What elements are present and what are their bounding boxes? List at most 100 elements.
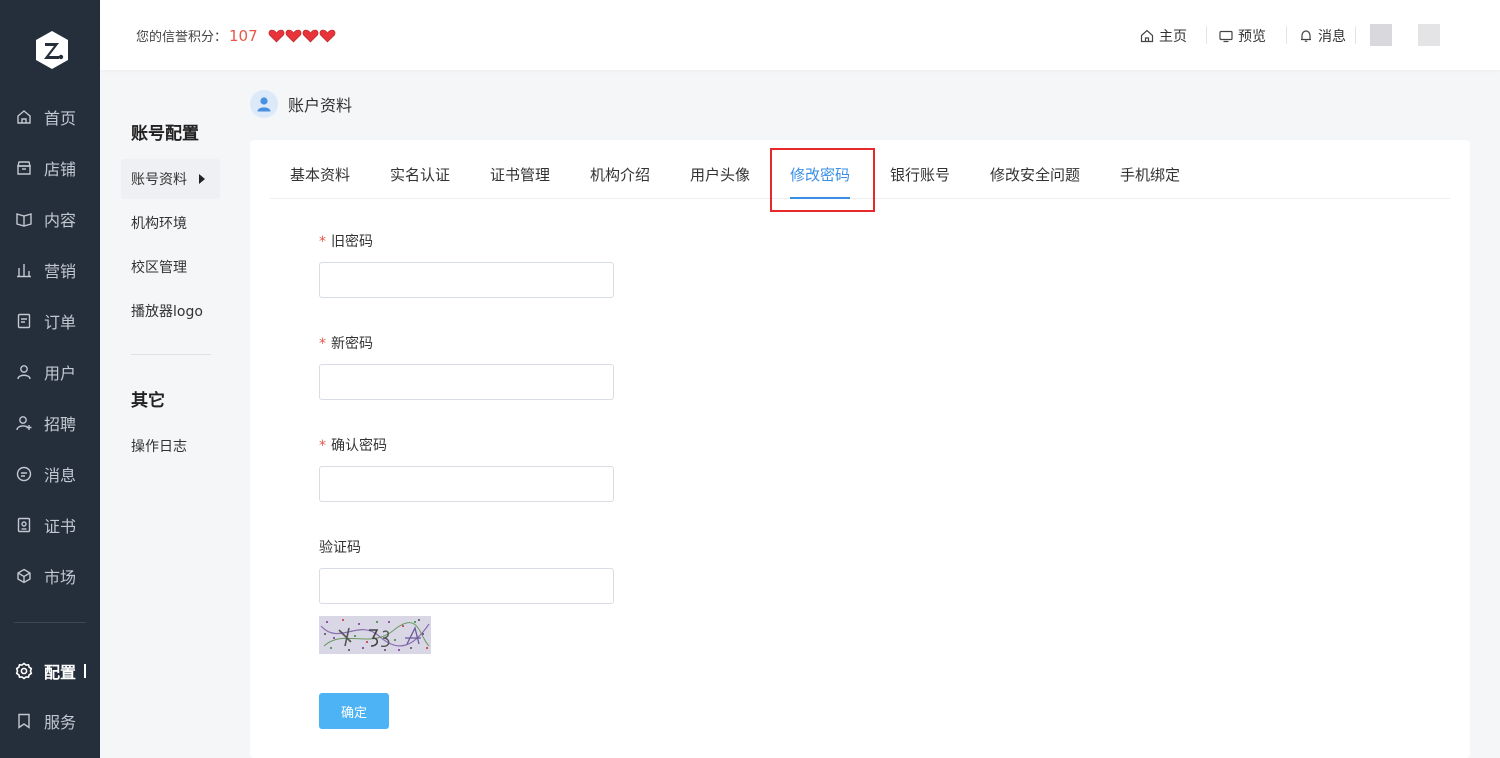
page-title: 账户资料: [288, 96, 353, 115]
nav-label: 消息: [44, 466, 77, 485]
nav-label: 用户: [44, 364, 77, 383]
required-mark: *: [319, 336, 326, 352]
heart-icon: [285, 29, 301, 42]
new-password-input[interactable]: [319, 364, 614, 400]
confirm-password-label: * 确认密码: [319, 435, 387, 455]
tab-bank-account[interactable]: 银行账号: [890, 140, 950, 199]
header-home-link[interactable]: 主页: [1140, 26, 1187, 46]
submit-button[interactable]: 确定: [319, 693, 389, 729]
nav-item-settings[interactable]: 配置: [0, 651, 100, 691]
header-preview-link[interactable]: 预览: [1219, 26, 1266, 46]
submenu-item-account-profile[interactable]: 账号资料: [121, 159, 220, 199]
label-text: 确认密码: [331, 438, 387, 454]
captcha-input[interactable]: [319, 568, 614, 604]
nav-item-home[interactable]: 首页: [0, 97, 100, 137]
old-password-label: * 旧密码: [319, 231, 373, 251]
credit-label: 您的信誉积分：: [136, 30, 228, 45]
tab-org-intro[interactable]: 机构介绍: [590, 140, 650, 199]
submenu-divider: [131, 354, 211, 355]
store-icon: [14, 158, 34, 178]
username-blur[interactable]: [1418, 24, 1440, 46]
header-messages-label: 消息: [1318, 29, 1346, 45]
tab-certificates[interactable]: 证书管理: [490, 140, 550, 199]
book-icon: [14, 209, 34, 229]
nav-label: 订单: [44, 313, 77, 332]
nav-item-marketing[interactable]: 营销: [0, 250, 100, 290]
label-text: 新密码: [331, 336, 373, 352]
nav-item-store[interactable]: 店铺: [0, 148, 100, 188]
nav-label: 招聘: [44, 415, 77, 434]
app-logo[interactable]: [34, 30, 70, 70]
credit-score-value: 107: [229, 26, 258, 45]
submenu-item-label: 账号资料: [131, 172, 187, 188]
page-heading: 账户资料: [250, 90, 352, 118]
settings-submenu: 账号配置 账号资料 机构环境 校区管理 播放器logo 其它 操作日志: [100, 70, 240, 758]
bar-chart-icon: [14, 260, 34, 280]
nav-item-service[interactable]: 服务: [0, 701, 100, 741]
user-avatar-icon: [250, 90, 278, 118]
header-separator: [1355, 26, 1356, 44]
submenu-group-title: 其它: [131, 391, 165, 411]
nav-label: 店铺: [44, 160, 77, 179]
submenu-item-label: 操作日志: [131, 439, 187, 455]
tab-real-name[interactable]: 实名认证: [390, 140, 450, 199]
user-icon: [14, 362, 34, 382]
nav-item-certificates[interactable]: 证书: [0, 505, 100, 545]
required-mark: *: [319, 234, 326, 250]
submenu-item-org-environment[interactable]: 机构环境: [121, 203, 220, 243]
submenu-item-label: 校区管理: [131, 260, 187, 276]
required-mark: *: [319, 438, 326, 454]
tab-phone-binding[interactable]: 手机绑定: [1120, 140, 1180, 199]
nav-item-content[interactable]: 内容: [0, 199, 100, 239]
confirm-password-input[interactable]: [319, 466, 614, 502]
header-separator: [1286, 26, 1287, 44]
submenu-item-campus[interactable]: 校区管理: [121, 247, 220, 287]
credit-hearts: [268, 29, 336, 43]
nav-label: 证书: [44, 517, 77, 536]
nav-item-market[interactable]: 市场: [0, 556, 100, 596]
nav-item-messages[interactable]: 消息: [0, 454, 100, 494]
header-separator: [1206, 26, 1207, 44]
user-add-icon: [14, 413, 34, 433]
heart-icon: [319, 29, 335, 42]
captcha-image[interactable]: [319, 616, 431, 654]
header-messages-link[interactable]: 消息: [1299, 26, 1346, 46]
credit-score: 您的信誉积分： 107: [136, 26, 336, 45]
tab-basic-info[interactable]: 基本资料: [290, 140, 350, 199]
nav-item-users[interactable]: 用户: [0, 352, 100, 392]
nav-label: 营销: [44, 262, 77, 281]
active-indicator: [84, 664, 87, 678]
top-header: 您的信誉积分： 107 主页 预览 消息: [100, 0, 1500, 70]
submenu-item-label: 播放器logo: [131, 304, 203, 320]
submenu-item-player-logo[interactable]: 播放器logo: [121, 291, 220, 331]
new-password-label: * 新密码: [319, 333, 373, 353]
certificate-icon: [14, 515, 34, 535]
nav-label: 配置: [44, 663, 77, 682]
submenu-group-title: 账号配置: [131, 124, 199, 144]
chat-icon: [14, 464, 34, 484]
bookmark-icon: [14, 711, 34, 731]
nav-label: 首页: [44, 109, 77, 128]
header-home-label: 主页: [1159, 29, 1187, 45]
header-preview-label: 预览: [1238, 29, 1266, 45]
document-icon: [14, 311, 34, 331]
old-password-input[interactable]: [319, 262, 614, 298]
bell-icon: [1301, 30, 1311, 42]
monitor-icon: [1219, 30, 1233, 43]
avatar[interactable]: [1370, 24, 1392, 46]
highlight-annotation: [770, 148, 875, 212]
tab-user-avatar[interactable]: 用户头像: [690, 140, 750, 199]
tab-security-question[interactable]: 修改安全问题: [990, 140, 1080, 199]
nav-label: 市场: [44, 568, 77, 587]
sidebar-divider: [14, 622, 86, 623]
nav-label: 服务: [44, 713, 77, 732]
nav-item-orders[interactable]: 订单: [0, 301, 100, 341]
gear-icon: [14, 661, 34, 681]
nav-item-recruit[interactable]: 招聘: [0, 403, 100, 443]
caret-right-icon: [199, 174, 205, 184]
nav-label: 内容: [44, 211, 77, 230]
submenu-item-operation-log[interactable]: 操作日志: [121, 426, 220, 466]
cube-icon: [14, 566, 34, 586]
content-card: 基本资料 实名认证 证书管理 机构介绍 用户头像 修改密码 银行账号 修改安全问…: [250, 140, 1470, 758]
submenu-item-label: 机构环境: [131, 216, 187, 232]
